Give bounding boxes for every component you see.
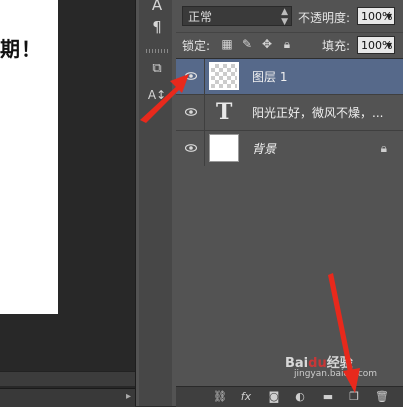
layer-name[interactable]: 背景: [252, 140, 276, 157]
eye-icon: [185, 144, 197, 152]
blend-mode-select[interactable]: 正常 ▲ ▼: [182, 6, 292, 27]
canvas-area[interactable]: 期！ ▸: [0, 0, 135, 407]
strip-grip-handle[interactable]: [146, 49, 168, 53]
status-menu-arrow-icon[interactable]: ▸: [126, 391, 131, 402]
layer-name[interactable]: 阳光正好，微风不燥，...: [252, 104, 383, 121]
fill-field[interactable]: 100% ▼: [357, 36, 395, 54]
layers-panel-footer: ⛓ fx ◙ ◐ ▬ ❐ 🗑︎: [176, 386, 403, 407]
fx-icon[interactable]: fx: [238, 390, 254, 404]
layer-row-background[interactable]: 背景 🔒︎: [176, 131, 403, 167]
layer-name[interactable]: 图层 1: [252, 68, 287, 85]
lock-label: 锁定:: [182, 39, 211, 53]
link-icon[interactable]: ⛓: [212, 390, 228, 404]
lock-all-icon[interactable]: 🔒︎: [280, 37, 294, 51]
tool-strip-inner: A ¶ ⧉ A↕: [139, 0, 172, 406]
panel-tool-strip: A ¶ ⧉ A↕: [135, 0, 177, 406]
eye-icon: [185, 108, 197, 116]
lock-position-icon[interactable]: ✥: [260, 37, 274, 51]
opacity-label: 不透明度:: [298, 11, 351, 25]
visibility-toggle[interactable]: [176, 95, 205, 130]
blend-mode-value: 正常: [188, 10, 213, 24]
character-style-icon[interactable]: A↕: [147, 86, 167, 104]
folder-icon[interactable]: ▬: [320, 390, 336, 404]
chevron-down-icon[interactable]: ▼: [384, 8, 394, 26]
eye-icon: [185, 72, 197, 80]
opacity-field[interactable]: 100% ▼: [357, 7, 395, 25]
visibility-toggle[interactable]: [176, 59, 205, 94]
lock-transparent-pixels-icon[interactable]: ▦: [220, 37, 234, 51]
layers-panel: 正常 ▲ ▼ 不透明度: 100% ▼ 锁定: ▦ ✎ ✥ 🔒︎ 填充: 100%…: [176, 0, 403, 407]
trash-icon[interactable]: 🗑︎: [374, 390, 390, 404]
status-bar: ▸: [0, 388, 135, 407]
baidu-watermark-url: jingyan.baidu.com: [294, 369, 378, 379]
text-layer-icon: T: [216, 99, 233, 125]
new-layer-icon[interactable]: ❐: [346, 390, 362, 404]
lock-image-pixels-icon[interactable]: ✎: [240, 37, 254, 51]
paragraph-panel-icon[interactable]: ¶: [147, 18, 167, 36]
layer-thumbnail: [209, 134, 239, 162]
chevron-down-icon[interactable]: ▼: [384, 37, 394, 55]
paragraph-style-icon[interactable]: ⧉: [147, 60, 167, 78]
adjustment-icon[interactable]: ◐: [292, 390, 308, 404]
fill-label: 填充:: [322, 39, 351, 53]
character-panel-icon[interactable]: A: [147, 0, 167, 14]
layer-thumbnail: [209, 62, 239, 90]
document-text: 期！: [0, 37, 42, 61]
select-arrows-icon: ▲ ▼: [281, 7, 288, 27]
blend-opacity-row: 正常 ▲ ▼ 不透明度: 100% ▼: [176, 4, 403, 28]
mask-icon[interactable]: ◙: [266, 390, 282, 404]
visibility-toggle[interactable]: [176, 131, 205, 166]
layer-row-layer-1[interactable]: 图层 1: [176, 59, 403, 95]
lock-fill-row: 锁定: ▦ ✎ ✥ 🔒︎ 填充: 100% ▼: [176, 32, 403, 57]
document-canvas[interactable]: 期！: [0, 0, 58, 314]
horizontal-scrollbar[interactable]: [0, 371, 135, 386]
layer-row-text[interactable]: T 阳光正好，微风不燥，...: [176, 95, 403, 131]
layer-list: 图层 1 T 阳光正好，微风不燥，... 背景 🔒︎: [176, 58, 403, 167]
lock-icon: 🔒︎: [380, 141, 387, 155]
